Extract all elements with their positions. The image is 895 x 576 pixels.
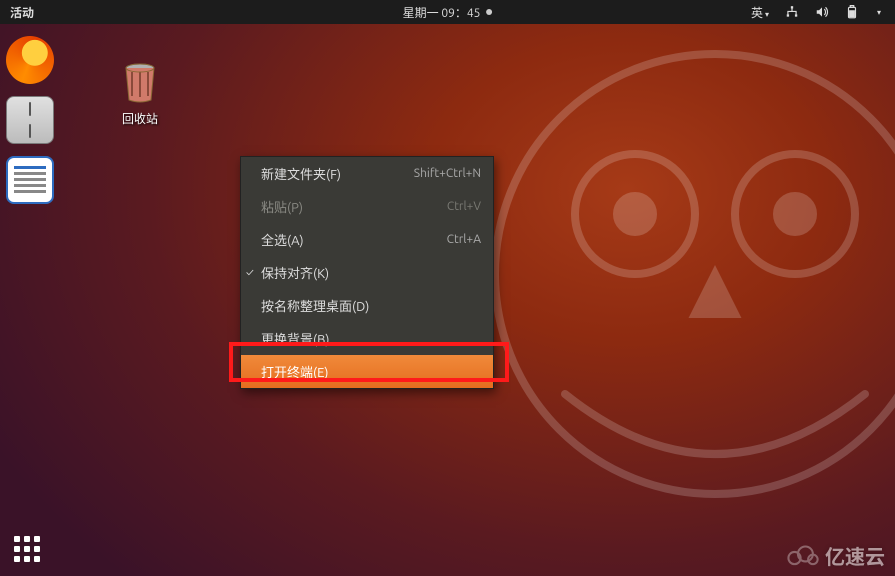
notification-dot-icon [486, 9, 492, 15]
menu-item-organize-by-name[interactable]: 按名称整理桌面(D) [241, 289, 493, 322]
desktop[interactable]: 回收站 新建文件夹(F) Shift+Ctrl+N 粘贴(P) Ctrl+V 全… [0, 24, 895, 576]
menu-item-open-terminal[interactable]: 打开终端(E) [241, 355, 493, 388]
clock[interactable]: 星期一 09：45 [403, 4, 493, 21]
trash-label: 回收站 [104, 110, 176, 127]
volume-icon[interactable] [815, 5, 829, 19]
file-manager-launcher[interactable] [6, 96, 54, 144]
show-applications-button[interactable] [14, 536, 40, 562]
ime-indicator[interactable]: 英▾ [751, 4, 769, 21]
dock [6, 36, 54, 204]
trash-desktop-item[interactable]: 回收站 [104, 60, 176, 127]
menu-item-select-all[interactable]: 全选(A) Ctrl+A [241, 223, 493, 256]
firefox-launcher[interactable] [6, 36, 54, 84]
chevron-down-icon: ▾ [765, 10, 769, 19]
network-icon[interactable] [785, 5, 799, 19]
trash-icon [118, 60, 162, 104]
top-bar: 活动 星期一 09：45 英▾ ▾ [0, 0, 895, 24]
watermark: 亿速云 [785, 541, 885, 570]
document-launcher[interactable] [6, 156, 54, 204]
watermark-text: 亿速云 [825, 541, 885, 570]
menu-item-change-background[interactable]: 更换背景(B) [241, 322, 493, 355]
menu-item-paste: 粘贴(P) Ctrl+V [241, 190, 493, 223]
menu-item-keep-aligned[interactable]: 保持对齐(K) [241, 256, 493, 289]
chevron-down-icon[interactable]: ▾ [877, 8, 881, 17]
menu-item-new-folder[interactable]: 新建文件夹(F) Shift+Ctrl+N [241, 157, 493, 190]
system-tray: 英▾ ▾ [751, 4, 895, 21]
activities-button[interactable]: 活动 [0, 4, 44, 21]
desktop-context-menu: 新建文件夹(F) Shift+Ctrl+N 粘贴(P) Ctrl+V 全选(A)… [240, 156, 494, 389]
datetime-label: 星期一 09：45 [403, 4, 481, 21]
battery-icon[interactable] [845, 5, 859, 19]
